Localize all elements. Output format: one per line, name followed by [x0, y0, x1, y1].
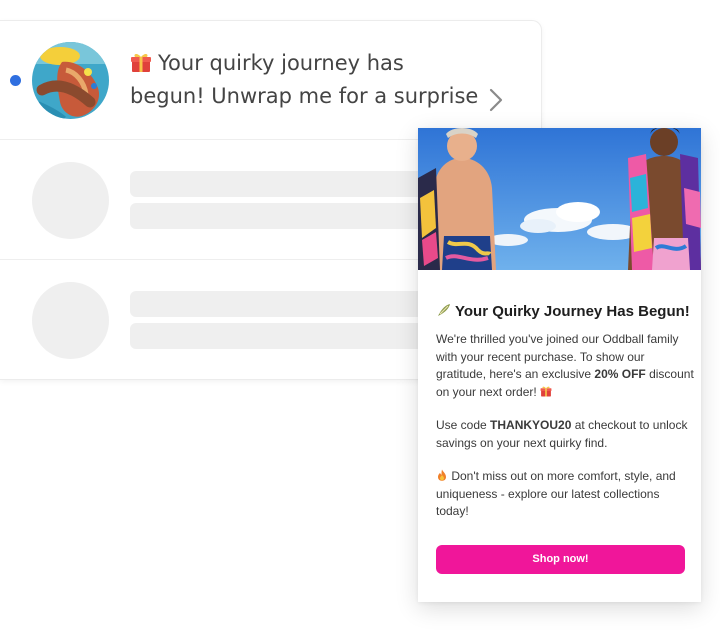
notification-message: Your quirky journey has begun! Unwrap me…: [130, 47, 480, 113]
fire-icon: [438, 469, 446, 481]
skeleton-avatar: [32, 282, 109, 359]
surfboard-icon: [438, 304, 450, 316]
email-paragraph: We're thrilled you've joined our Oddball…: [436, 331, 694, 401]
email-paragraph: Use code THANKYOU20 at checkout to unloc…: [436, 417, 694, 452]
email-text: Use code: [436, 418, 491, 432]
skeleton-avatar: [32, 162, 109, 239]
email-preview: Your Quirky Journey Has Begun! We're thr…: [418, 128, 701, 602]
skeleton-line: [130, 171, 455, 197]
shop-now-button[interactable]: Shop now!: [436, 545, 685, 574]
skeleton-line: [130, 291, 455, 317]
unread-indicator: [10, 75, 21, 86]
notification-avatar: [32, 42, 109, 119]
gift-icon: [540, 386, 552, 396]
email-text: Don't miss out on more comfort, style, a…: [436, 469, 676, 518]
email-title: Your Quirky Journey Has Begun!: [436, 302, 696, 320]
email-paragraph: Don't miss out on more comfort, style, a…: [436, 468, 694, 521]
discount-text: 20% OFF: [594, 367, 646, 381]
email-body: We're thrilled you've joined our Oddball…: [436, 331, 694, 537]
coupon-code: THANKYOU20: [490, 418, 572, 432]
skeleton-line: [130, 203, 455, 229]
gift-icon: [131, 53, 151, 72]
skeleton-line: [130, 323, 455, 349]
notification-text: Your quirky journey has begun! Unwrap me…: [130, 51, 479, 108]
hero-image: [418, 128, 701, 270]
notification-item[interactable]: Your quirky journey has begun! Unwrap me…: [0, 21, 541, 140]
chevron-right-icon[interactable]: [488, 87, 504, 113]
email-title-text: Your Quirky Journey Has Begun!: [455, 303, 690, 320]
